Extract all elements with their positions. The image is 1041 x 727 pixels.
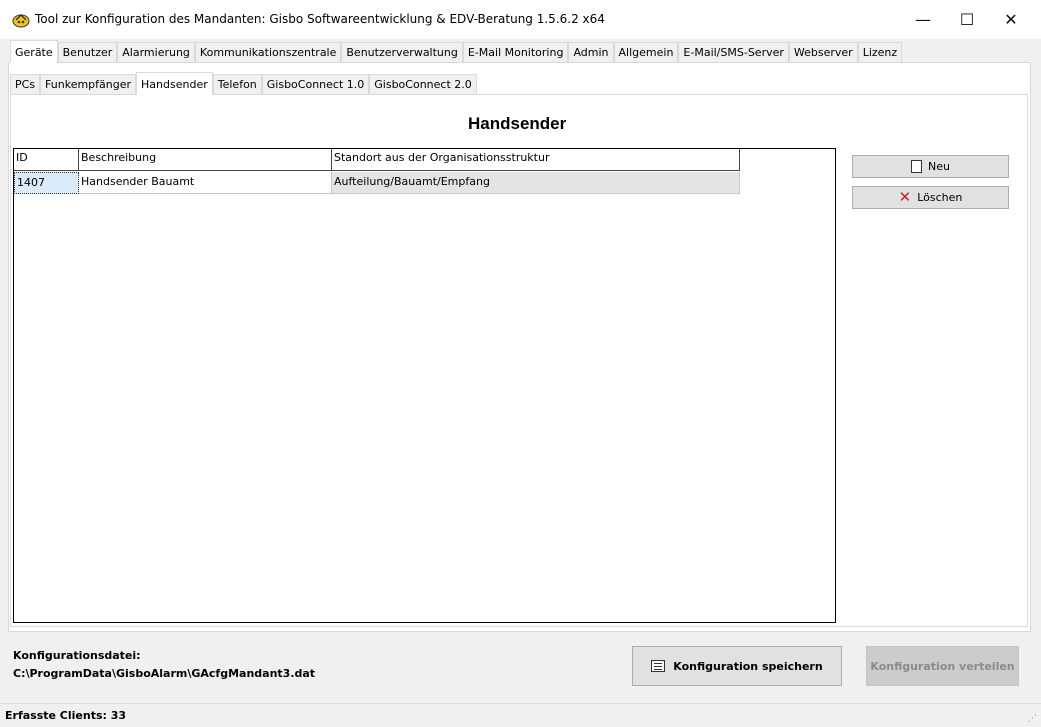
column-header-id[interactable]: ID: [14, 149, 79, 171]
delete-button-label: Löschen: [917, 191, 963, 204]
resize-grip-icon[interactable]: ⋰: [1028, 714, 1038, 724]
save-config-button[interactable]: Konfiguration speichern: [632, 646, 842, 686]
close-button[interactable]: ✕: [988, 0, 1034, 38]
new-button-label: Neu: [928, 160, 950, 173]
status-bar: Erfasste Clients: 33 ⋰: [0, 703, 1041, 727]
delete-x-icon: ✕: [898, 188, 912, 206]
table-row[interactable]: 1407 Handsender Bauamt Aufteilung/Bauamt…: [14, 172, 740, 194]
tab-gisboconnect-2[interactable]: GisboConnect 2.0: [369, 74, 477, 94]
column-header-beschreibung[interactable]: Beschreibung: [79, 149, 332, 171]
new-document-icon: [911, 160, 923, 173]
tab-alarmierung[interactable]: Alarmierung: [117, 42, 195, 62]
config-save-icon: [651, 660, 666, 672]
tab-handsender[interactable]: Handsender: [136, 72, 213, 95]
cell-id[interactable]: 1407: [14, 172, 79, 194]
tab-benutzer[interactable]: Benutzer: [57, 42, 118, 62]
window-title: Tool zur Konfiguration des Mandanten: Gi…: [35, 12, 605, 26]
tab-admin[interactable]: Admin: [568, 42, 614, 62]
config-file-path: C:\ProgramData\GisboAlarm\GAcfgMandant3.…: [13, 667, 316, 680]
grid-header: ID Beschreibung Standort aus der Organis…: [14, 149, 740, 171]
title-bar: Tool zur Konfiguration des Mandanten: Gi…: [0, 0, 1041, 39]
tab-gisboconnect-1[interactable]: GisboConnect 1.0: [261, 74, 370, 94]
tab-email-monitoring[interactable]: E-Mail Monitoring: [462, 42, 569, 62]
config-file-label: Konfigurationsdatei:: [13, 649, 141, 662]
tab-pcs[interactable]: PCs: [10, 74, 41, 94]
tab-kommunikationszentrale[interactable]: Kommunikationszentrale: [194, 42, 342, 62]
tab-lizenz[interactable]: Lizenz: [857, 42, 903, 62]
distribute-config-label: Konfiguration verteilen: [870, 659, 1015, 673]
tab-allgemein[interactable]: Allgemein: [613, 42, 679, 62]
tab-benutzerverwaltung[interactable]: Benutzerverwaltung: [341, 42, 463, 62]
handsender-grid[interactable]: ID Beschreibung Standort aus der Organis…: [13, 148, 836, 623]
tab-funkempfaenger[interactable]: Funkempfänger: [40, 74, 137, 94]
page-title: Handsender: [468, 114, 567, 133]
tab-geraete[interactable]: Geräte: [10, 40, 58, 63]
tab-telefon[interactable]: Telefon: [212, 74, 262, 94]
tab-webserver[interactable]: Webserver: [788, 42, 858, 62]
column-header-standort[interactable]: Standort aus der Organisationsstruktur: [332, 149, 740, 171]
app-logo-icon: [12, 14, 30, 28]
clients-count: Erfasste Clients: 33: [5, 709, 127, 722]
cell-beschreibung[interactable]: Handsender Bauamt: [79, 172, 332, 194]
inner-tab-strip: PCs Funkempfänger Handsender Telefon Gis…: [10, 72, 477, 95]
new-button[interactable]: Neu: [852, 155, 1009, 178]
delete-button[interactable]: ✕ Löschen: [852, 186, 1009, 209]
outer-tab-strip: Geräte Benutzer Alarmierung Kommunikatio…: [10, 40, 903, 63]
save-config-label: Konfiguration speichern: [673, 659, 823, 673]
minimize-button[interactable]: —: [900, 0, 946, 38]
tab-email-sms-server[interactable]: E-Mail/SMS-Server: [678, 42, 789, 62]
maximize-button[interactable]: ☐: [944, 0, 990, 38]
cell-standort[interactable]: Aufteilung/Bauamt/Empfang: [332, 172, 740, 194]
distribute-config-button[interactable]: Konfiguration verteilen: [866, 646, 1019, 686]
